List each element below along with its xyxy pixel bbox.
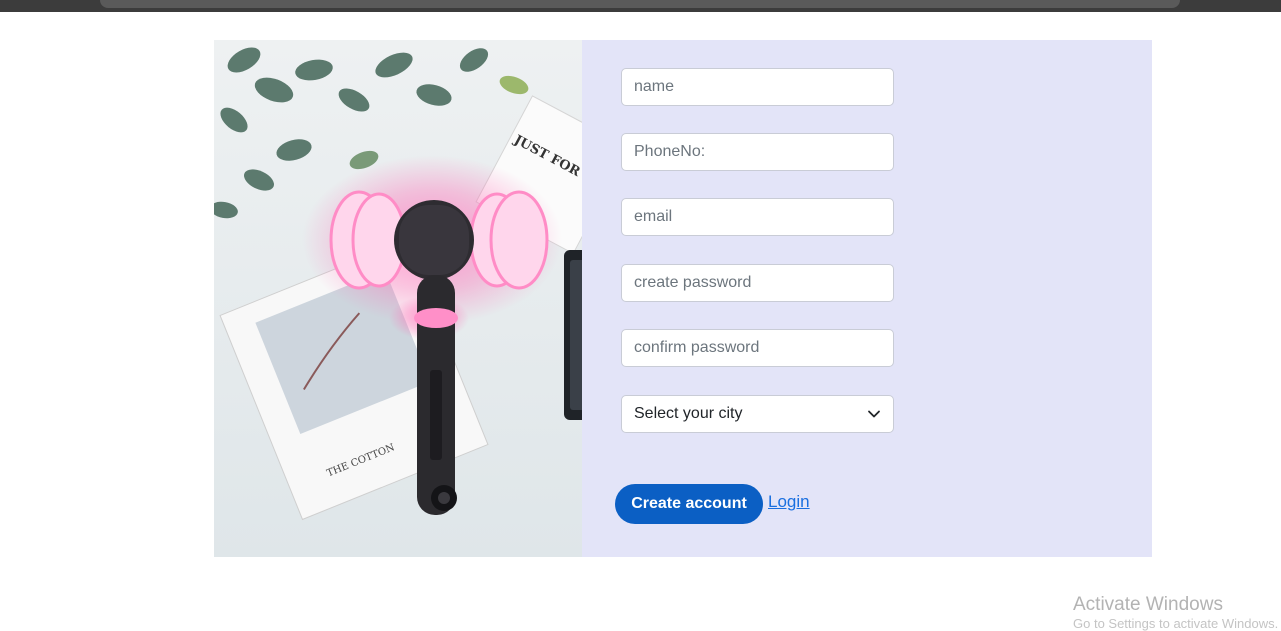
browser-toolbar bbox=[0, 0, 1281, 12]
create-password-input[interactable]: create password bbox=[621, 264, 894, 302]
name-placeholder: name bbox=[634, 78, 675, 95]
signup-card: JUST FOR YOU THE COTTON bbox=[214, 40, 1152, 557]
windows-activation-title: Activate Windows bbox=[1073, 594, 1223, 615]
email-placeholder: email bbox=[634, 208, 673, 225]
create-account-button[interactable]: Create account bbox=[615, 484, 763, 524]
create-password-placeholder: create password bbox=[634, 274, 752, 291]
address-bar[interactable] bbox=[100, 0, 1180, 8]
email-input[interactable]: email bbox=[621, 198, 894, 236]
create-account-label: Create account bbox=[631, 495, 747, 512]
city-select-value: Select your city bbox=[634, 405, 743, 422]
confirm-password-input[interactable]: confirm password bbox=[621, 329, 894, 367]
chevron-down-icon bbox=[868, 410, 880, 418]
city-select[interactable]: Select your city bbox=[621, 395, 894, 433]
phone-input[interactable]: PhoneNo: bbox=[621, 133, 894, 171]
name-input[interactable]: name bbox=[621, 68, 894, 106]
windows-activation-subtitle: Go to Settings to activate Windows. bbox=[1073, 616, 1279, 631]
confirm-password-placeholder: confirm password bbox=[634, 339, 760, 356]
product-photo: JUST FOR YOU THE COTTON bbox=[214, 40, 582, 557]
login-link[interactable]: Login bbox=[768, 492, 810, 512]
phone-placeholder: PhoneNo: bbox=[634, 143, 706, 160]
lightstick-illustration: JUST FOR YOU THE COTTON bbox=[214, 40, 582, 557]
